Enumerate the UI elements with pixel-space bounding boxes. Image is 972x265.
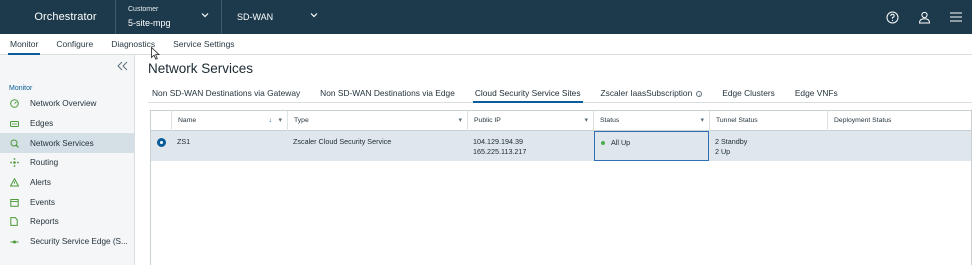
sidebar: Monitor Network Overview Edges Network S… [0, 55, 135, 265]
tab-edge-clusters[interactable]: Edge Clusters [718, 84, 775, 103]
tab-label: Zscaler IaasSubscription [600, 88, 693, 98]
main-content: Network Services Non SD-WAN Destinations… [136, 55, 972, 265]
filter-icon[interactable]: ▾ [584, 111, 588, 130]
tab-non-sdwan-gateway[interactable]: Non SD-WAN Destinations via Gateway [148, 84, 300, 103]
sort-down-icon[interactable]: ↓ [269, 111, 273, 130]
sidebar-item-security-service-edge[interactable]: Security Service Edge (S... [0, 232, 134, 252]
sidebar-item-label: Edges [30, 119, 54, 129]
sidebar-item-routing[interactable]: Routing [0, 153, 134, 173]
sidebar-item-label: Events [30, 197, 56, 207]
sidebar-item-network-services[interactable]: Network Services [0, 133, 134, 154]
column-label: Public IP [474, 117, 501, 124]
filter-icon[interactable]: ▾ [278, 111, 282, 130]
tab-diagnostics[interactable]: Diagnostics [111, 34, 155, 55]
sidebar-item-label: Alerts [30, 178, 51, 188]
routing-icon [9, 158, 19, 168]
column-label: Tunnel Status [716, 117, 758, 124]
customer-selector[interactable]: Customer 5-site-mpg [115, 0, 222, 34]
cell-public-ip: 104.129.194.39 165.225.113.217 [467, 131, 593, 161]
report-icon [9, 217, 19, 227]
sidebar-item-label: Reports [30, 217, 59, 227]
product-label: SD-WAN [237, 12, 274, 22]
table-row[interactable]: ZS1 Zscaler Cloud Security Service 104.1… [151, 131, 971, 161]
customer-value: 5-site-mpg [128, 18, 171, 28]
tab-monitor[interactable]: Monitor [7, 34, 41, 55]
column-label: Name [178, 117, 197, 124]
sidebar-item-alerts[interactable]: Alerts [0, 173, 134, 193]
filter-icon[interactable]: ▾ [700, 111, 704, 130]
column-header-deployment-status[interactable]: Deployment Status [827, 111, 971, 131]
status-text: All Up [611, 138, 631, 147]
cell-type: Zscaler Cloud Security Service [293, 137, 392, 146]
edge-device-icon [9, 119, 19, 129]
alert-icon [9, 178, 19, 188]
tunnel-status-up: 2 Up [715, 147, 731, 156]
column-header-status[interactable]: Status ▾ [593, 111, 709, 131]
cell-deployment-status [827, 131, 971, 161]
tab-non-sdwan-edge[interactable]: Non SD-WAN Destinations via Edge [316, 84, 455, 103]
filter-icon[interactable]: ▾ [458, 111, 462, 130]
chevron-down-icon [201, 12, 209, 18]
tunnel-status-standby: 2 Standby [715, 137, 748, 146]
sidebar-item-label: Network Services [30, 138, 94, 148]
sse-icon [9, 237, 19, 247]
column-header-name[interactable]: Name ↓ ▾ [171, 111, 287, 131]
app-brand[interactable]: Orchestrator [0, 0, 115, 34]
sidebar-item-events[interactable]: Events [0, 192, 134, 212]
info-icon: i [696, 90, 703, 97]
sidebar-item-network-overview[interactable]: Network Overview [0, 94, 134, 114]
tab-configure[interactable]: Configure [56, 34, 93, 55]
cell-status[interactable]: All Up [594, 131, 709, 161]
cell-name: ZS1 [177, 137, 191, 146]
sidebar-section-title: Monitor [9, 85, 33, 92]
column-header-type[interactable]: Type ▾ [287, 111, 467, 131]
product-selector[interactable]: SD-WAN [222, 0, 330, 34]
sidebar-item-edges[interactable]: Edges [0, 114, 134, 134]
data-grid: Name ↓ ▾ Type ▾ Public IP ▾ Status ▾ Tun… [150, 110, 972, 265]
public-ip-primary: 104.129.194.39 [473, 137, 523, 146]
collapse-sidebar-icon[interactable] [117, 58, 128, 76]
tab-edge-vnfs[interactable]: Edge VNFs [791, 84, 838, 103]
secondary-nav: Monitor Configure Diagnostics Service Se… [0, 34, 972, 55]
public-ip-secondary: 165.225.113.217 [473, 147, 527, 156]
sidebar-item-label: Routing [30, 158, 59, 168]
menu-icon[interactable] [940, 0, 972, 34]
user-icon[interactable] [908, 0, 940, 34]
column-label: Status [600, 117, 620, 124]
page-title: Network Services [148, 61, 254, 76]
network-services-tabs: Non SD-WAN Destinations via Gateway Non … [148, 84, 972, 103]
speedometer-icon [9, 99, 19, 109]
status-ok-icon [601, 141, 605, 146]
column-header-tunnel-status[interactable]: Tunnel Status [709, 111, 827, 131]
sidebar-item-reports[interactable]: Reports [0, 212, 134, 232]
tab-cloud-security-service-sites[interactable]: Cloud Security Service Sites [471, 84, 583, 103]
column-label: Type [294, 117, 309, 124]
help-icon[interactable] [876, 0, 908, 34]
network-services-icon [9, 138, 19, 148]
row-select-radio[interactable] [157, 138, 166, 147]
grid-header: Name ↓ ▾ Type ▾ Public IP ▾ Status ▾ Tun… [151, 111, 971, 131]
tab-service-settings[interactable]: Service Settings [173, 34, 234, 55]
column-label: Deployment Status [834, 117, 892, 124]
cell-tunnel-status: 2 Standby 2 Up [709, 131, 827, 161]
sidebar-item-label: Security Service Edge (S... [30, 237, 128, 247]
chevron-down-icon [310, 12, 318, 18]
sidebar-item-label: Network Overview [30, 99, 97, 109]
top-header: Orchestrator Customer 5-site-mpg SD-WAN [0, 0, 972, 34]
column-header-public-ip[interactable]: Public IP ▾ [467, 111, 593, 131]
events-icon [9, 197, 19, 207]
tab-zscaler-iaas-subscription[interactable]: Zscaler IaasSubscription i [597, 84, 703, 103]
